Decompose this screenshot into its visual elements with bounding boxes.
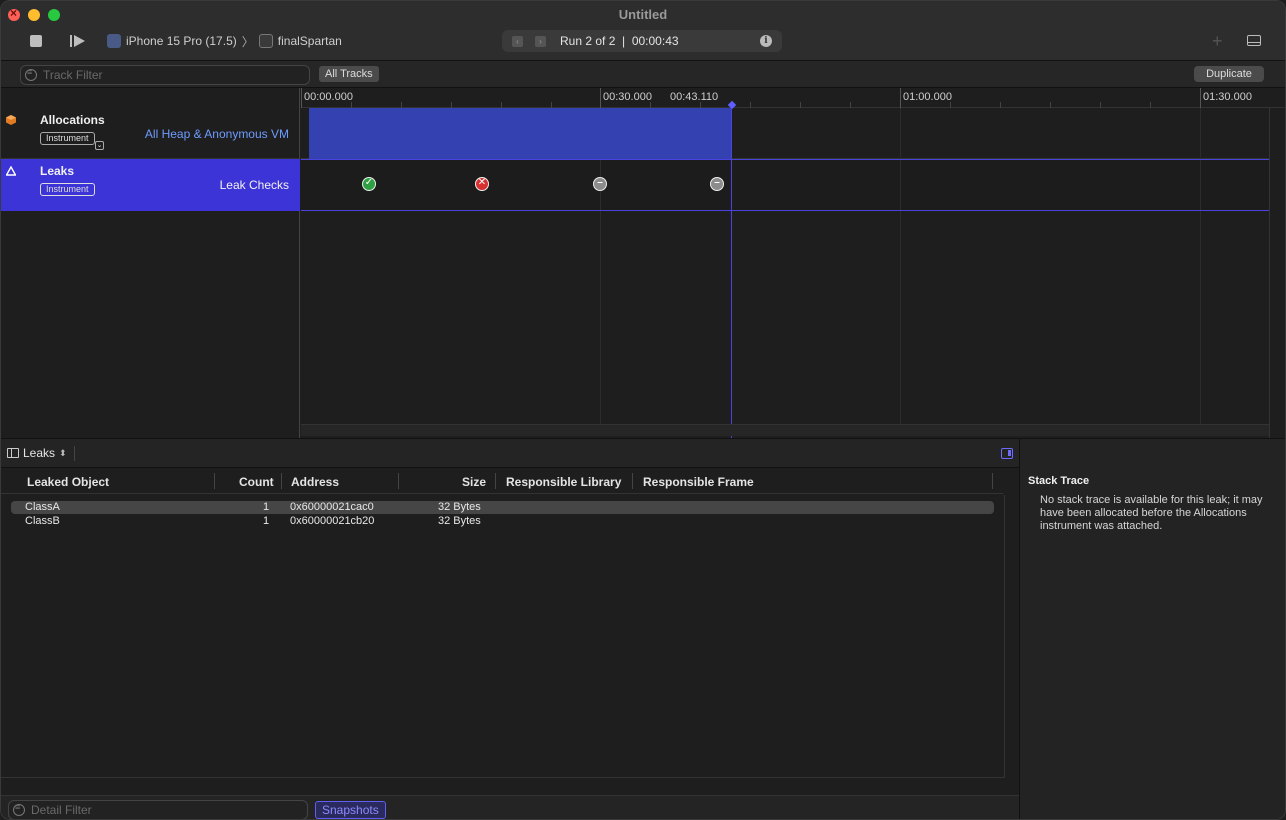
detail-pane: Leaks ⬍ Leaked Object Count Address Size… [1,438,1019,819]
leak-check-none-icon[interactable]: – [593,177,607,191]
leak-check-passed-icon[interactable]: ✓ [362,177,376,191]
track-detail-label[interactable]: All Heap & Anonymous VM [1,127,289,141]
track-name: Leaks [40,164,75,178]
cell-address: 0x60000021cb20 [290,515,375,527]
app-icon [258,34,273,48]
leaks-table-body: ClassA 1 0x60000021cac0 32 Bytes ClassB … [1,495,1005,778]
extended-detail-inspector: Stack Trace No stack trace is available … [1019,438,1285,819]
snapshots-button[interactable]: Snapshots [315,801,386,819]
detail-navigation-bar: Leaks ⬍ [1,439,1019,468]
record-play-icon[interactable] [69,33,87,49]
instruments-window: Untitled iPhone 15 Pro (17.5) 〉 finalSpa… [0,0,1286,820]
column-header-count[interactable]: Count [239,475,274,489]
chevron-down-icon[interactable]: ⌄ [95,141,104,150]
filter-icon [13,802,25,816]
detail-view-label: Leaks [23,446,56,460]
table-row[interactable]: ClassA 1 0x60000021cac0 32 Bytes [11,501,994,514]
timeline-horizontal-scrollbar[interactable] [301,424,1269,436]
info-icon[interactable]: i [760,35,772,47]
time-ruler[interactable]: 00:00.000 00:30.000 00:43.110 01:00.000 … [301,88,1285,110]
track-allocations[interactable]: Allocations Instrument ⌄ All Heap & Anon… [1,108,1285,159]
add-instrument-icon[interactable]: + [1212,31,1223,52]
allocations-cube-icon [6,115,16,125]
timeline-vertical-scrollbar[interactable] [1269,108,1285,438]
leaks-table-header: Leaked Object Count Address Size Respons… [1,469,1003,494]
column-header-leaked-object[interactable]: Leaked Object [27,475,109,489]
detail-footer-bar: Snapshots [1,795,1019,819]
track-filter-bar: All Tracks Duplicate [1,61,1285,88]
previous-run-button[interactable]: ‹ [512,35,523,47]
chevron-right-icon: 〉 [241,34,254,49]
detail-filter-input[interactable] [31,803,281,817]
leak-check-failed-icon[interactable]: ✕ [475,177,489,191]
leaks-graph[interactable] [301,159,1285,211]
table-vertical-scrollbar[interactable] [1004,495,1019,778]
device-name: iPhone 15 Pro (17.5) [126,34,237,48]
track-area: 00:00.000 00:30.000 00:43.110 01:00.000 … [1,88,1285,438]
leak-check-none-icon[interactable]: – [710,177,724,191]
filter-icon [25,67,37,81]
cell-leaked-object: ClassB [25,515,60,527]
tick-label: 01:30.000 [1203,91,1252,103]
table-row[interactable]: ClassB 1 0x60000021cb20 32 Bytes [11,515,994,528]
detail-filter-field[interactable] [8,800,308,819]
stack-trace-message: No stack trace is available for this lea… [1040,494,1263,532]
track-leaks[interactable]: Leaks Instrument Leak Checks ✓ ✕ – – [1,159,1285,211]
cell-count: 1 [263,501,270,513]
column-header-size[interactable]: Size [462,475,486,489]
tick-label: 01:00.000 [903,91,952,103]
column-header-responsible-library[interactable]: Responsible Library [506,475,621,489]
track-name: Allocations [40,113,105,127]
toggle-detail-panel-icon[interactable] [1247,35,1261,46]
leaks-warning-icon [6,166,16,176]
window-title: Untitled [618,7,668,22]
cell-size: 32 Bytes [438,515,481,527]
cell-address: 0x60000021cac0 [290,501,374,513]
app-name: finalSpartan [277,34,342,48]
detail-view-menu[interactable]: Leaks ⬍ [7,446,67,460]
duplicate-button[interactable]: Duplicate [1194,66,1264,82]
all-tracks-button[interactable]: All Tracks [319,66,379,82]
cell-leaked-object: ClassA [25,501,60,513]
playhead-time-label: 00:43.110 [670,91,719,103]
stack-trace-title: Stack Trace [1028,475,1090,487]
track-filter-input[interactable] [43,68,293,82]
toolbar: Untitled iPhone 15 Pro (17.5) 〉 finalSpa… [1,1,1285,61]
playhead-line[interactable] [731,108,732,438]
inspector-toggle-icon[interactable] [1001,448,1013,459]
cell-count: 1 [263,515,270,527]
track-detail-label[interactable]: Leak Checks [1,178,289,192]
run-status: Run 2 of 2 | 00:00:43 [560,34,679,48]
target-selector[interactable]: iPhone 15 Pro (17.5) 〉 finalSpartan [107,33,342,49]
column-header-responsible-frame[interactable]: Responsible Frame [643,475,754,489]
cell-size: 32 Bytes [438,501,481,513]
up-down-chevron-icon: ⬍ [59,447,67,458]
column-header-address[interactable]: Address [291,475,339,489]
tick-label: 00:00.000 [304,91,353,103]
table-icon [7,448,19,458]
device-icon [107,34,121,48]
next-run-button[interactable]: › [535,35,546,47]
tick-label: 00:30.000 [603,91,652,103]
stop-recording-button[interactable] [30,35,42,47]
run-navigator: ‹ › Run 2 of 2 | 00:00:43 i [502,30,782,52]
track-filter-field[interactable] [20,65,310,85]
allocations-graph[interactable] [309,108,732,159]
